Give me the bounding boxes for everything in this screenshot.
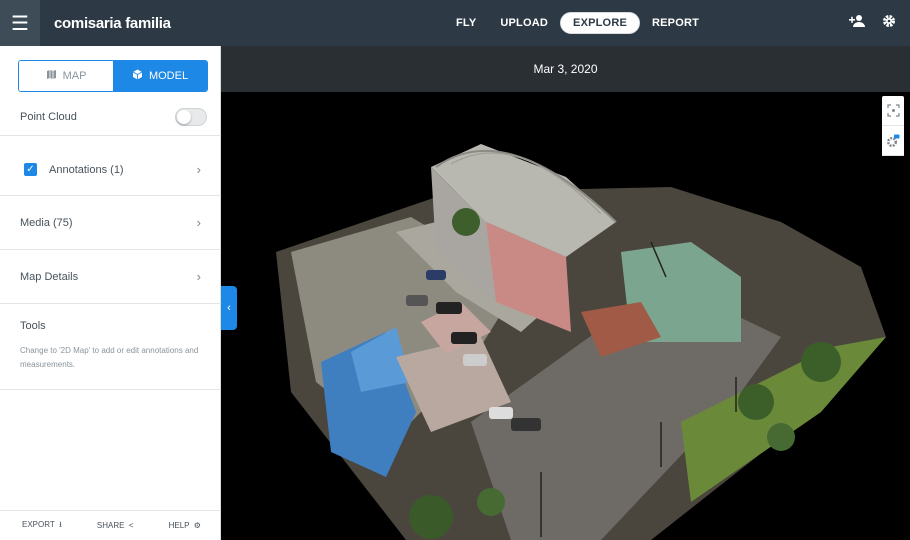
focus-icon[interactable] xyxy=(882,96,904,126)
chevron-right-icon: › xyxy=(196,269,201,284)
map-view-button[interactable]: MAP xyxy=(19,61,113,91)
chevron-right-icon: › xyxy=(196,162,201,177)
point-cloud-row: Point Cloud xyxy=(0,98,221,136)
hamburger-icon[interactable]: ☰ xyxy=(0,0,40,46)
export-button[interactable]: EXPORT ⭳ xyxy=(22,519,62,533)
capture-date: Mar 3, 2020 xyxy=(533,62,598,76)
point-cloud-toggle[interactable] xyxy=(175,107,207,126)
nav-fly[interactable]: FLY xyxy=(444,13,488,33)
top-bar: ☰ comisaria familia FLY UPLOAD EXPLORE R… xyxy=(0,0,910,46)
annotations-checkbox[interactable]: ✓ xyxy=(24,163,37,176)
map-view-label: MAP xyxy=(62,70,87,82)
main-nav: FLY UPLOAD EXPLORE REPORT xyxy=(444,0,711,46)
model-view-label: MODEL xyxy=(148,70,189,82)
viewer-side-tools xyxy=(882,96,904,156)
annotations-row[interactable]: ✓ Annotations (1) › xyxy=(0,144,221,196)
download-icon: ⭳ xyxy=(56,519,62,529)
sidebar-footer: EXPORT ⭳ SHARE < HELP ⚙ xyxy=(0,510,221,540)
export-label: EXPORT xyxy=(22,519,55,529)
app-root: ☰ comisaria familia FLY UPLOAD EXPLORE R… xyxy=(0,0,910,540)
map-details-row[interactable]: Map Details › xyxy=(0,250,221,304)
3d-model-render[interactable] xyxy=(221,92,910,540)
map-details-label: Map Details xyxy=(20,270,79,283)
nav-explore[interactable]: EXPLORE xyxy=(560,12,640,34)
nav-report[interactable]: REPORT xyxy=(640,13,711,33)
sidebar: MAP MODEL Point Cloud ✓ Annotations (1) … xyxy=(0,46,221,540)
top-icons xyxy=(848,0,896,46)
gear-icon[interactable] xyxy=(882,14,896,32)
share-label: SHARE xyxy=(96,521,125,530)
sidebar-collapse-button[interactable]: ‹ xyxy=(221,286,237,330)
media-row[interactable]: Media (75) › xyxy=(0,196,221,250)
tools-section: Tools Change to '2D Map' to add or edit … xyxy=(0,304,221,390)
media-label: Media (75) xyxy=(20,216,73,229)
nav-upload[interactable]: UPLOAD xyxy=(488,13,560,33)
model-viewer[interactable]: Mar 3, 2020 xyxy=(221,46,910,540)
date-bar: Mar 3, 2020 xyxy=(221,46,910,92)
annotations-label: Annotations (1) xyxy=(49,163,124,176)
map-icon xyxy=(46,69,57,83)
chevron-right-icon: › xyxy=(196,215,201,230)
add-user-icon[interactable] xyxy=(848,14,866,32)
help-icon: ⚙ xyxy=(191,521,201,530)
point-cloud-label: Point Cloud xyxy=(20,110,77,123)
view-toggle: MAP MODEL xyxy=(18,60,208,92)
tools-title: Tools xyxy=(20,320,46,332)
tools-description: Change to '2D Map' to add or edit annota… xyxy=(20,346,199,369)
model-view-button[interactable]: MODEL xyxy=(113,61,207,91)
share-button[interactable]: SHARE < xyxy=(97,521,134,530)
model-settings-icon[interactable] xyxy=(882,126,904,156)
share-icon: < xyxy=(126,521,134,530)
cube-icon xyxy=(132,69,143,83)
project-title: comisaria familia xyxy=(54,14,171,32)
help-label: HELP xyxy=(168,521,190,530)
help-button[interactable]: HELP ⚙ xyxy=(169,521,201,530)
